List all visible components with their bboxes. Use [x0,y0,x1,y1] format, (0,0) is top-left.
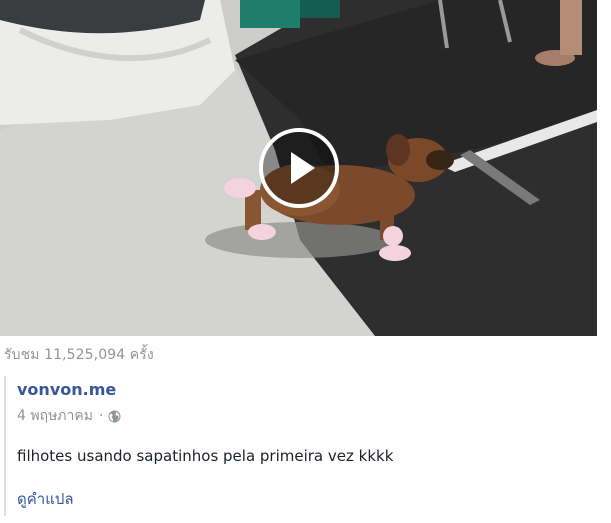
post-date[interactable]: 4 พฤษภาคม [17,405,93,427]
view-count: รับชม 11,525,094 ครั้ง [4,347,154,363]
video-player[interactable] [0,0,597,336]
meta-separator: · [98,408,104,424]
page: รับชม 11,525,094 ครั้ง vonvon.me 4 พฤษภา… [0,0,611,523]
play-icon [291,152,315,184]
see-translation-link[interactable]: ดูคำแปล [17,487,74,511]
play-button[interactable] [259,128,339,208]
post-meta: 4 พฤษภาคม · [17,405,121,427]
post-text: filhotes usando sapatinhos pela primeira… [17,447,394,465]
globe-icon[interactable] [108,410,121,423]
author-name-link[interactable]: vonvon.me [17,380,116,399]
shared-post: vonvon.me 4 พฤษภาคม · filhotes usando sa… [4,376,596,516]
